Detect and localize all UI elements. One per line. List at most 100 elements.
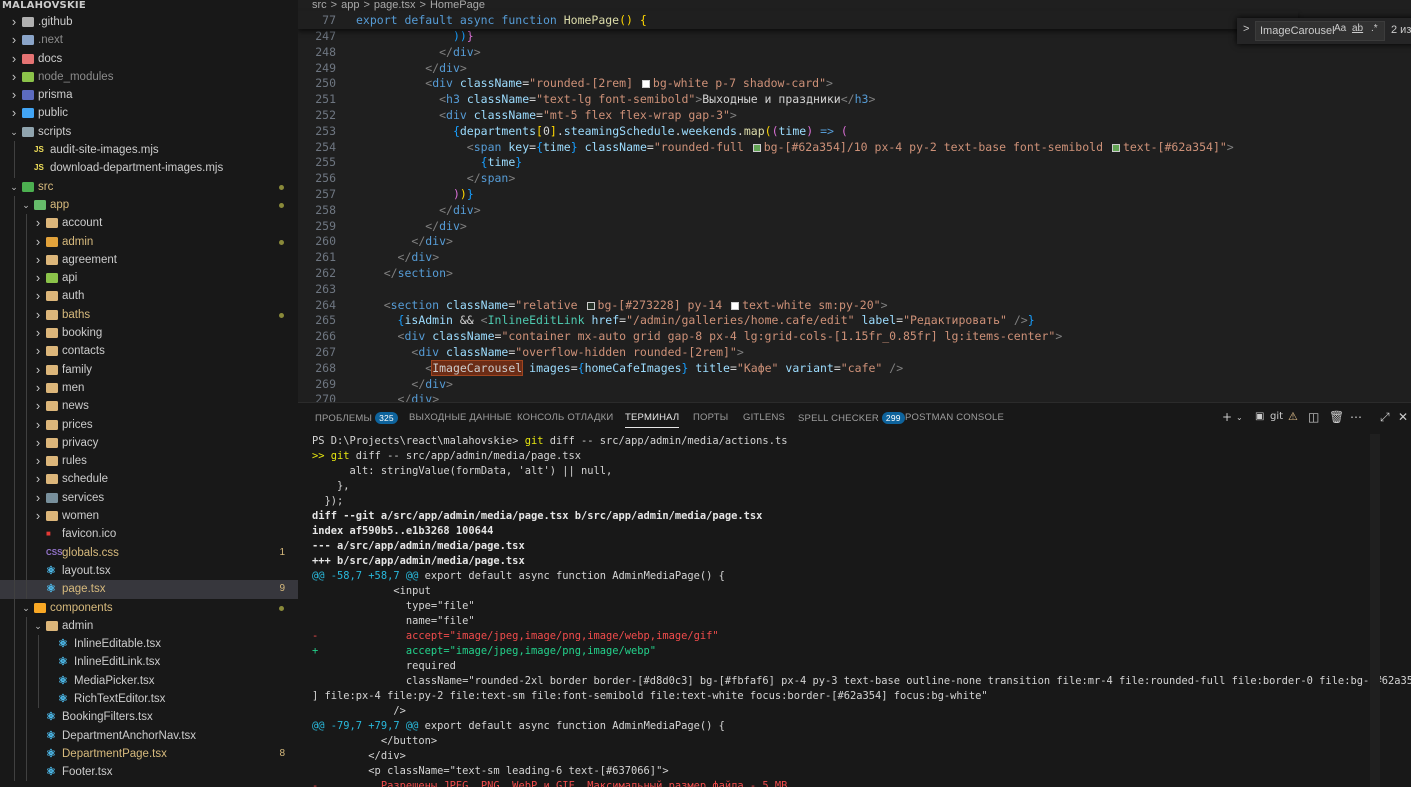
code-line[interactable]: 270 </div> <box>298 392 1298 402</box>
folder-public[interactable]: › public <box>0 104 298 122</box>
file-audit-site-images-mjs[interactable]: JS audit-site-images.mjs <box>0 141 298 160</box>
chevron-right-icon[interactable]: › <box>32 416 44 434</box>
code-line[interactable]: 268 <ImageCarousel images={homeCafeImage… <box>298 359 1298 377</box>
breadcrumb-item[interactable]: HomePage <box>430 0 485 11</box>
panel-tab-терминал[interactable]: ТЕРМИНАЛ <box>625 412 680 428</box>
chevron-down-icon[interactable]: ⌄ <box>8 123 20 141</box>
file-departmentpage-tsx[interactable]: ⚛ DepartmentPage.tsx 8 <box>0 744 298 764</box>
chevron-right-icon[interactable]: › <box>8 86 20 104</box>
toggle-replace-icon[interactable]: > <box>1243 23 1249 35</box>
folder-api[interactable]: › api <box>0 269 298 288</box>
chevron-down-icon[interactable]: ⌄ <box>20 196 32 214</box>
chevron-right-icon[interactable]: › <box>32 379 44 397</box>
code-line[interactable]: 266 <div className="container mx-auto gr… <box>298 329 1298 345</box>
file-favicon-ico[interactable]: ■ favicon.ico <box>0 525 298 544</box>
code-line[interactable]: 249 </div> <box>298 61 1298 77</box>
panel-tab-проблемы[interactable]: ПРОБЛЕМЫ 325 <box>315 412 398 424</box>
folder-privacy[interactable]: › privacy <box>0 433 298 453</box>
file-page-tsx[interactable]: ⚛ page.tsx 9 <box>0 580 298 599</box>
folder-services[interactable]: › services <box>0 488 298 508</box>
code-line[interactable]: 264 <section className="relative bg-[#27… <box>298 298 1298 314</box>
code-editor[interactable]: src > app > page.tsx > HomePage 247 ))} 248 </d… <box>298 0 1411 402</box>
file-mediapicker-tsx[interactable]: ⚛ MediaPicker.tsx <box>0 671 298 690</box>
color-swatch-icon[interactable] <box>586 301 595 310</box>
chevron-right-icon[interactable]: › <box>8 68 20 86</box>
terminal-scrollbar[interactable] <box>1370 434 1380 787</box>
chevron-right-icon[interactable]: › <box>32 269 44 287</box>
close-panel-icon[interactable]: ✕ <box>1398 410 1408 424</box>
match-case-icon[interactable]: Aa <box>1334 23 1346 34</box>
warning-icon[interactable]: ⚠ <box>1288 410 1298 423</box>
panel-tab-postman-console[interactable]: POSTMAN CONSOLE <box>905 412 1004 423</box>
chevron-right-icon[interactable]: › <box>8 13 20 31</box>
code-line[interactable]: 254 <span key={time} className="rounded-… <box>298 140 1298 156</box>
code-line[interactable]: 269 </div> <box>298 377 1298 393</box>
terminal-output[interactable]: PS D:\Projects\react\malahovskie> git di… <box>312 434 1411 787</box>
chevron-right-icon[interactable]: › <box>32 434 44 452</box>
code-lines[interactable]: 247 ))} 248 </div> 249 </div> 250 <div clas… <box>298 29 1298 402</box>
chevron-right-icon[interactable]: › <box>32 324 44 342</box>
maximize-panel-icon[interactable]: ⤢ <box>1380 410 1390 425</box>
chevron-right-icon[interactable]: › <box>32 233 44 251</box>
folder-men[interactable]: › men <box>0 378 298 398</box>
file-richtexteditor-tsx[interactable]: ⚛ RichTextEditor.tsx <box>0 689 298 709</box>
split-terminal-icon[interactable]: ◫ <box>1308 410 1319 424</box>
file-departmentanchornav-tsx[interactable]: ⚛ DepartmentAnchorNav.tsx <box>0 726 298 745</box>
code-line[interactable]: 252 <div className="mt-5 flex flex-wrap … <box>298 108 1298 124</box>
folder--next[interactable]: › .next <box>0 31 298 49</box>
code-line[interactable]: 259 </div> <box>298 219 1298 235</box>
chevron-right-icon[interactable]: › <box>32 470 44 488</box>
folder-auth[interactable]: › auth <box>0 287 298 306</box>
whole-word-icon[interactable]: ab <box>1352 23 1363 34</box>
chevron-right-icon[interactable]: › <box>32 507 44 525</box>
file-layout-tsx[interactable]: ⚛ layout.tsx <box>0 561 298 581</box>
color-swatch-icon[interactable] <box>752 143 761 152</box>
chevron-right-icon[interactable]: › <box>32 452 44 470</box>
chevron-right-icon[interactable]: › <box>32 214 44 232</box>
file-globals-css[interactable]: CSS globals.css 1 <box>0 543 298 562</box>
folder-prices[interactable]: › prices <box>0 415 298 434</box>
folder-booking[interactable]: › booking <box>0 324 298 343</box>
panel-tab-консоль-отладки[interactable]: КОНСОЛЬ ОТЛАДКИ <box>517 412 613 423</box>
folder-rules[interactable]: › rules <box>0 452 298 471</box>
chevron-right-icon[interactable]: › <box>32 306 44 324</box>
file-bookingfilters-tsx[interactable]: ⚛ BookingFilters.tsx <box>0 708 298 727</box>
folder-scripts[interactable]: ⌄ scripts <box>0 123 298 141</box>
chevron-right-icon[interactable]: › <box>32 287 44 305</box>
chevron-right-icon[interactable]: › <box>32 489 44 507</box>
code-line[interactable]: 251 <h3 className="text-lg font-semibold… <box>298 92 1298 108</box>
chevron-right-icon[interactable]: › <box>8 50 20 68</box>
color-swatch-icon[interactable] <box>641 80 650 89</box>
chevron-right-icon[interactable]: › <box>8 104 20 122</box>
more-actions-icon[interactable]: ⋯ <box>1350 410 1362 424</box>
folder-women[interactable]: › women <box>0 507 298 526</box>
folder-admin[interactable]: ⌄ admin <box>0 616 298 636</box>
chevron-right-icon[interactable]: › <box>32 342 44 360</box>
folder-docs[interactable]: › docs <box>0 50 298 68</box>
code-line[interactable]: 260 </div> <box>298 234 1298 250</box>
folder-prisma[interactable]: › prisma <box>0 86 298 104</box>
panel-tab-порты[interactable]: ПОРТЫ <box>693 412 728 423</box>
code-line[interactable]: 265 {isAdmin && <InlineEditLink href="/a… <box>298 313 1298 329</box>
code-line[interactable]: 262 </section> <box>298 266 1298 282</box>
folder-schedule[interactable]: › schedule <box>0 470 298 489</box>
regex-icon[interactable]: .* <box>1371 23 1378 34</box>
code-line[interactable]: 255 {time} <box>298 155 1298 171</box>
code-line[interactable]: 256 </span> <box>298 171 1298 187</box>
code-line[interactable]: 250 <div className="rounded-[2rem] bg-wh… <box>298 76 1298 92</box>
chevron-right-icon[interactable]: › <box>8 31 20 49</box>
chevron-down-icon[interactable]: ⌄ <box>32 617 44 635</box>
find-input[interactable]: ImageCarousel <box>1255 21 1385 41</box>
code-line[interactable]: 267 <div className="overflow-hidden roun… <box>298 345 1298 361</box>
file-inlineeditable-tsx[interactable]: ⚛ InlineEditable.tsx <box>0 635 298 654</box>
color-swatch-icon[interactable] <box>731 301 740 310</box>
breadcrumb-item[interactable]: app <box>341 0 359 11</box>
folder-baths[interactable]: › baths <box>0 305 298 325</box>
folder--github[interactable]: › .github <box>0 13 298 31</box>
folder-src[interactable]: ⌄ src <box>0 178 298 196</box>
explorer-root-title[interactable]: MALAHOVSKIE <box>0 0 298 13</box>
chevron-down-icon[interactable]: ⌄ <box>1236 413 1243 422</box>
chevron-down-icon[interactable]: ⌄ <box>8 178 20 196</box>
folder-account[interactable]: › account <box>0 214 298 233</box>
chevron-down-icon[interactable]: ⌄ <box>20 599 32 617</box>
